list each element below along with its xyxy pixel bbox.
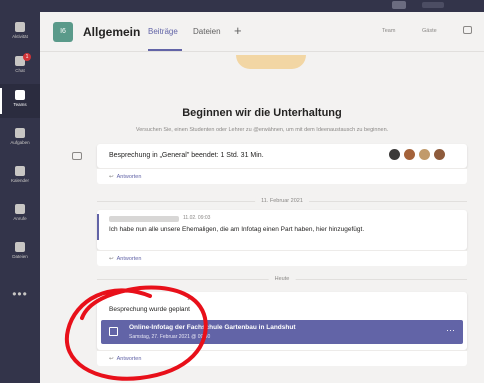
profile-icon[interactable] — [392, 1, 406, 9]
participant-avatar — [434, 149, 445, 160]
meeting-invite-banner[interactable]: Online-Infotag der Fachschule Gartenbau … — [101, 320, 463, 344]
conversation-feed[interactable]: Beginnen wir die Unterhaltung Versuchen … — [40, 52, 484, 383]
rail-label: Aktivität — [12, 34, 28, 39]
date-label: Heute — [268, 274, 296, 284]
window-controls[interactable] — [422, 2, 444, 8]
rail-item-calendar[interactable]: Kalender — [0, 160, 40, 194]
message-text: Ich habe nun alle unsere Ehemaligen, die… — [109, 226, 365, 233]
more-options-icon[interactable]: ··· — [446, 325, 455, 335]
calendar-icon — [15, 166, 25, 176]
reply-label: Antworten — [116, 356, 142, 362]
meeting-icon — [72, 152, 82, 160]
reply-arrow-icon: ↩ — [109, 256, 114, 262]
add-tab-button[interactable]: + — [234, 23, 242, 38]
participant-avatar — [389, 149, 400, 160]
app-bar: Aktivität 1 Chat Teams Aufgaben Kalender… — [0, 12, 40, 383]
date-separator: Heute — [97, 274, 467, 284]
reply-label: Antworten — [116, 174, 142, 180]
date-separator: 11. Februar 2021 — [97, 196, 467, 206]
author-name-redacted — [109, 216, 179, 222]
team-button[interactable]: Team — [382, 28, 395, 34]
reply-button[interactable]: ↩ Antworten — [97, 250, 467, 266]
reply-label: Antworten — [116, 256, 142, 262]
event-text: Besprechung wurde geplant — [109, 306, 190, 313]
unread-badge: 1 — [23, 53, 31, 61]
reply-arrow-icon: ↩ — [109, 356, 114, 362]
rail-item-files[interactable]: Dateien — [0, 236, 40, 270]
rail-item-activity[interactable]: Aktivität — [0, 16, 40, 50]
more-apps-icon[interactable]: ••• — [0, 287, 40, 301]
meeting-ended-card[interactable]: Besprechung in „General" beendet: 1 Std.… — [97, 144, 467, 168]
reply-button[interactable]: ↩ Antworten — [97, 168, 467, 184]
guests-button[interactable]: Gäste — [422, 28, 437, 34]
teams-window: Aktivität 1 Chat Teams Aufgaben Kalender… — [0, 0, 484, 383]
team-avatar: I6 — [53, 22, 73, 42]
rail-label: Teams — [13, 102, 27, 107]
meeting-title: Online-Infotag der Fachschule Gartenbau … — [129, 324, 296, 331]
file-icon — [15, 242, 25, 252]
tab-files[interactable]: Dateien — [193, 27, 221, 36]
rail-item-calls[interactable]: Anrufe — [0, 198, 40, 232]
rail-label: Dateien — [12, 254, 28, 259]
phone-icon — [15, 204, 25, 214]
participant-avatar — [404, 149, 415, 160]
calendar-icon — [109, 327, 118, 336]
rail-label: Anrufe — [13, 216, 27, 221]
tasks-icon — [15, 128, 25, 138]
welcome-illustration — [236, 55, 306, 69]
reply-button[interactable]: ↩ Antworten — [97, 350, 467, 366]
teams-icon — [15, 90, 25, 100]
meeting-date: Samstag, 27. Februar 2021 @ 09:30 — [129, 334, 211, 340]
message-timestamp: 11.02. 09:03 — [183, 215, 211, 221]
meeting-ended-text: Besprechung in „General" beendet: 1 Std.… — [109, 152, 264, 159]
message-accent-bar — [97, 214, 99, 240]
event-timestamp: 17 — [187, 296, 193, 302]
bell-icon — [15, 22, 25, 32]
message-card[interactable]: 11.02. 09:03 Ich habe nun alle unsere Eh… — [97, 210, 467, 250]
event-card[interactable]: 17 Besprechung wurde geplant Online-Info… — [97, 292, 467, 350]
welcome-title: Beginnen wir die Unterhaltung — [182, 107, 342, 119]
reply-arrow-icon: ↩ — [109, 174, 114, 180]
rail-item-chat[interactable]: 1 Chat — [0, 50, 40, 84]
welcome-subtitle: Versuchen Sie, einen Studenten oder Lehr… — [135, 127, 389, 133]
channel-header: I6 Allgemein Beiträge Dateien + Team Gäs… — [40, 12, 484, 52]
rail-label: Kalender — [10, 178, 29, 183]
active-tab-indicator — [148, 49, 182, 51]
title-bar — [0, 0, 484, 12]
rail-item-teams[interactable]: Teams — [0, 84, 40, 118]
rail-label: Chat — [15, 68, 25, 73]
channel-title: Allgemein — [83, 25, 141, 39]
meet-now-icon[interactable] — [463, 26, 472, 34]
rail-item-tasks[interactable]: Aufgaben — [0, 122, 40, 156]
tab-posts[interactable]: Beiträge — [148, 27, 178, 36]
rail-label: Aufgaben — [10, 140, 30, 145]
participant-avatar — [419, 149, 430, 160]
date-label: 11. Februar 2021 — [255, 196, 309, 206]
